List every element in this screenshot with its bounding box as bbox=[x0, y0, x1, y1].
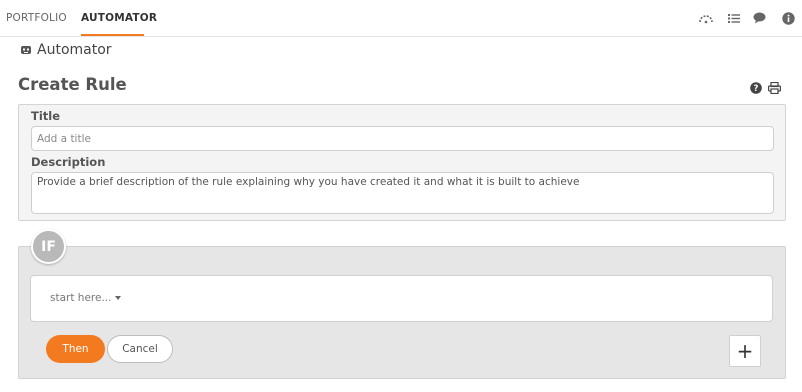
page-title: Create Rule bbox=[18, 75, 127, 94]
dashboard-gauge-icon[interactable] bbox=[698, 10, 714, 26]
top-nav: PORTFOLIO AUTOMATOR bbox=[0, 0, 802, 37]
description-textarea[interactable] bbox=[31, 172, 774, 214]
tab-automator[interactable]: AUTOMATOR bbox=[81, 12, 157, 24]
help-icon[interactable]: ? bbox=[750, 79, 762, 98]
chat-bubble-icon[interactable] bbox=[751, 10, 767, 26]
cancel-button[interactable]: Cancel bbox=[107, 335, 173, 363]
start-here-label: start here... bbox=[50, 292, 112, 304]
rule-details-panel: Title Description bbox=[18, 104, 786, 221]
print-icon[interactable] bbox=[768, 79, 782, 98]
condition-selector[interactable]: start here... bbox=[30, 275, 773, 322]
title-input[interactable] bbox=[31, 126, 774, 151]
title-label: Title bbox=[31, 109, 61, 123]
app-header: Automator bbox=[20, 42, 112, 58]
info-icon[interactable] bbox=[780, 10, 796, 26]
caret-down-icon bbox=[115, 296, 122, 300]
robot-icon bbox=[20, 44, 32, 56]
start-here-dropdown[interactable]: start here... bbox=[50, 292, 122, 304]
description-label: Description bbox=[31, 155, 106, 169]
active-tab-indicator bbox=[81, 34, 144, 36]
svg-text:?: ? bbox=[754, 84, 759, 94]
if-badge: IF bbox=[31, 229, 66, 264]
page-header-actions: ? bbox=[750, 79, 782, 98]
app-title: Automator bbox=[37, 42, 112, 58]
then-button[interactable]: Then bbox=[46, 335, 105, 363]
tab-portfolio[interactable]: PORTFOLIO bbox=[6, 12, 67, 24]
if-condition-block: start here... Then Cancel + bbox=[18, 246, 786, 379]
list-icon[interactable] bbox=[726, 10, 742, 26]
add-condition-button[interactable]: + bbox=[729, 335, 761, 367]
